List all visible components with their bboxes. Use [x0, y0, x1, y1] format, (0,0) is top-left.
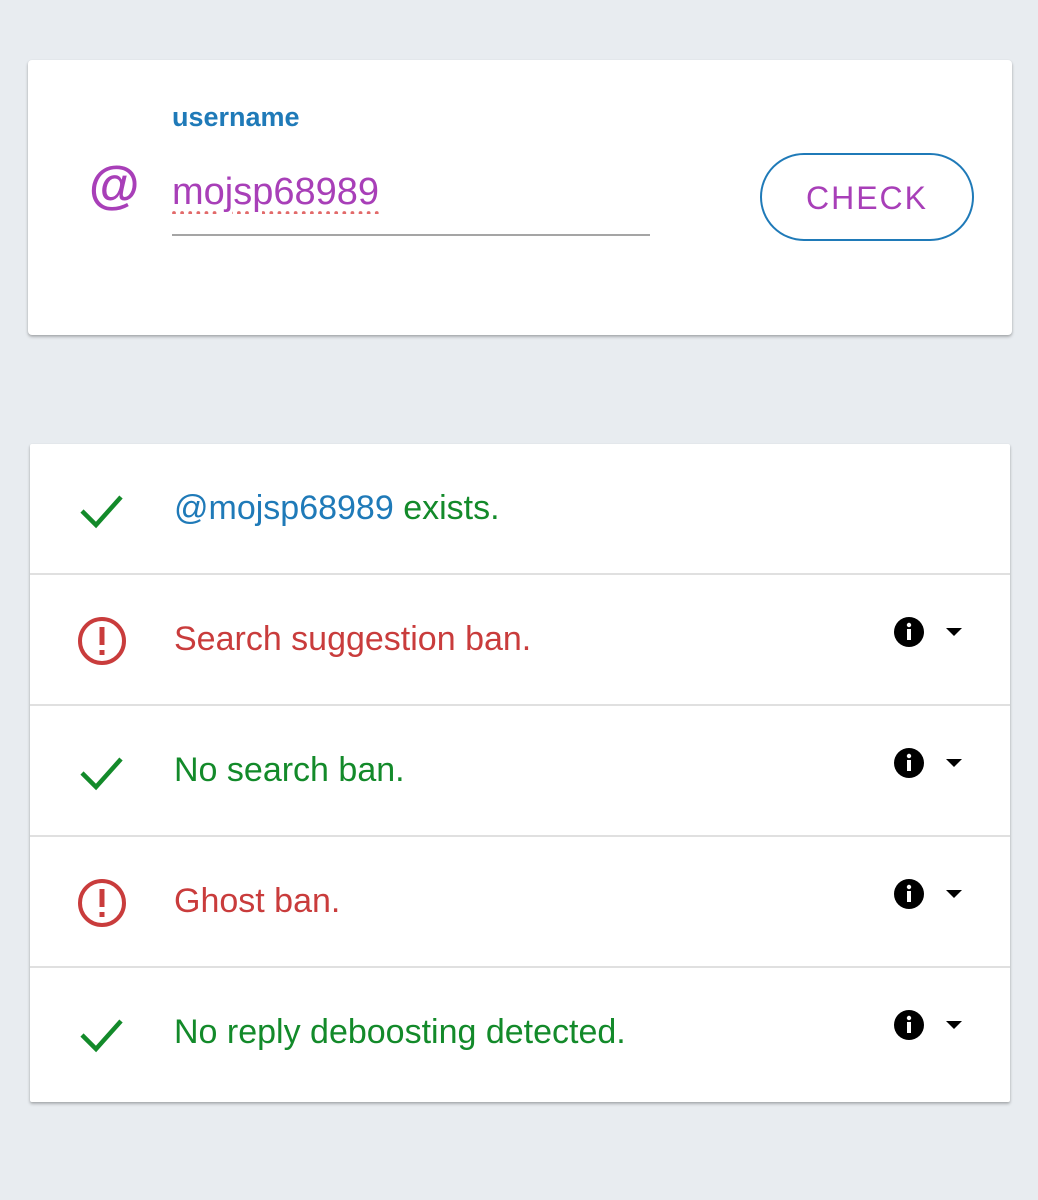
result-message: exists. — [393, 489, 500, 527]
username-input[interactable] — [172, 164, 650, 236]
caret-down-icon[interactable] — [944, 625, 964, 639]
result-message: No reply deboosting detected. — [174, 1013, 626, 1051]
check-button[interactable]: CHECK — [760, 153, 974, 241]
info-icon[interactable] — [892, 746, 926, 780]
results-card: @mojsp68989 exists. Search suggestion ba… — [30, 444, 1010, 1102]
checkmark-icon — [80, 495, 123, 529]
caret-down-icon[interactable] — [944, 1018, 964, 1032]
alert-circle-icon — [78, 879, 126, 927]
result-message: Search suggestion ban. — [174, 620, 532, 658]
username-handle[interactable]: @mojsp68989 — [174, 489, 394, 527]
info-toggle[interactable] — [892, 1008, 968, 1042]
result-message: Ghost ban. — [174, 882, 341, 920]
info-toggle[interactable] — [892, 746, 968, 780]
username-label: username — [172, 102, 300, 132]
checkmark-icon — [80, 1019, 123, 1053]
checkmark-icon — [80, 757, 123, 791]
result-row-ghost-ban: Ghost ban. — [30, 837, 1010, 968]
info-toggle[interactable] — [892, 615, 968, 649]
username-card: username @ CHECK — [28, 60, 1012, 335]
info-icon[interactable] — [892, 1008, 926, 1042]
result-text: @mojsp68989 exists. — [174, 488, 500, 528]
result-row-exists: @mojsp68989 exists. — [30, 444, 1010, 575]
caret-down-icon[interactable] — [944, 887, 964, 901]
info-icon[interactable] — [892, 615, 926, 649]
result-row-reply-deboosting: No reply deboosting detected. — [30, 968, 1010, 1099]
result-message: No search ban. — [174, 751, 405, 789]
info-toggle[interactable] — [892, 877, 968, 911]
alert-circle-icon — [78, 617, 126, 665]
info-icon[interactable] — [892, 877, 926, 911]
at-sign-icon: @ — [88, 157, 139, 215]
caret-down-icon[interactable] — [944, 756, 964, 770]
result-row-search-ban: No search ban. — [30, 706, 1010, 837]
result-row-search-suggestion-ban: Search suggestion ban. — [30, 575, 1010, 706]
